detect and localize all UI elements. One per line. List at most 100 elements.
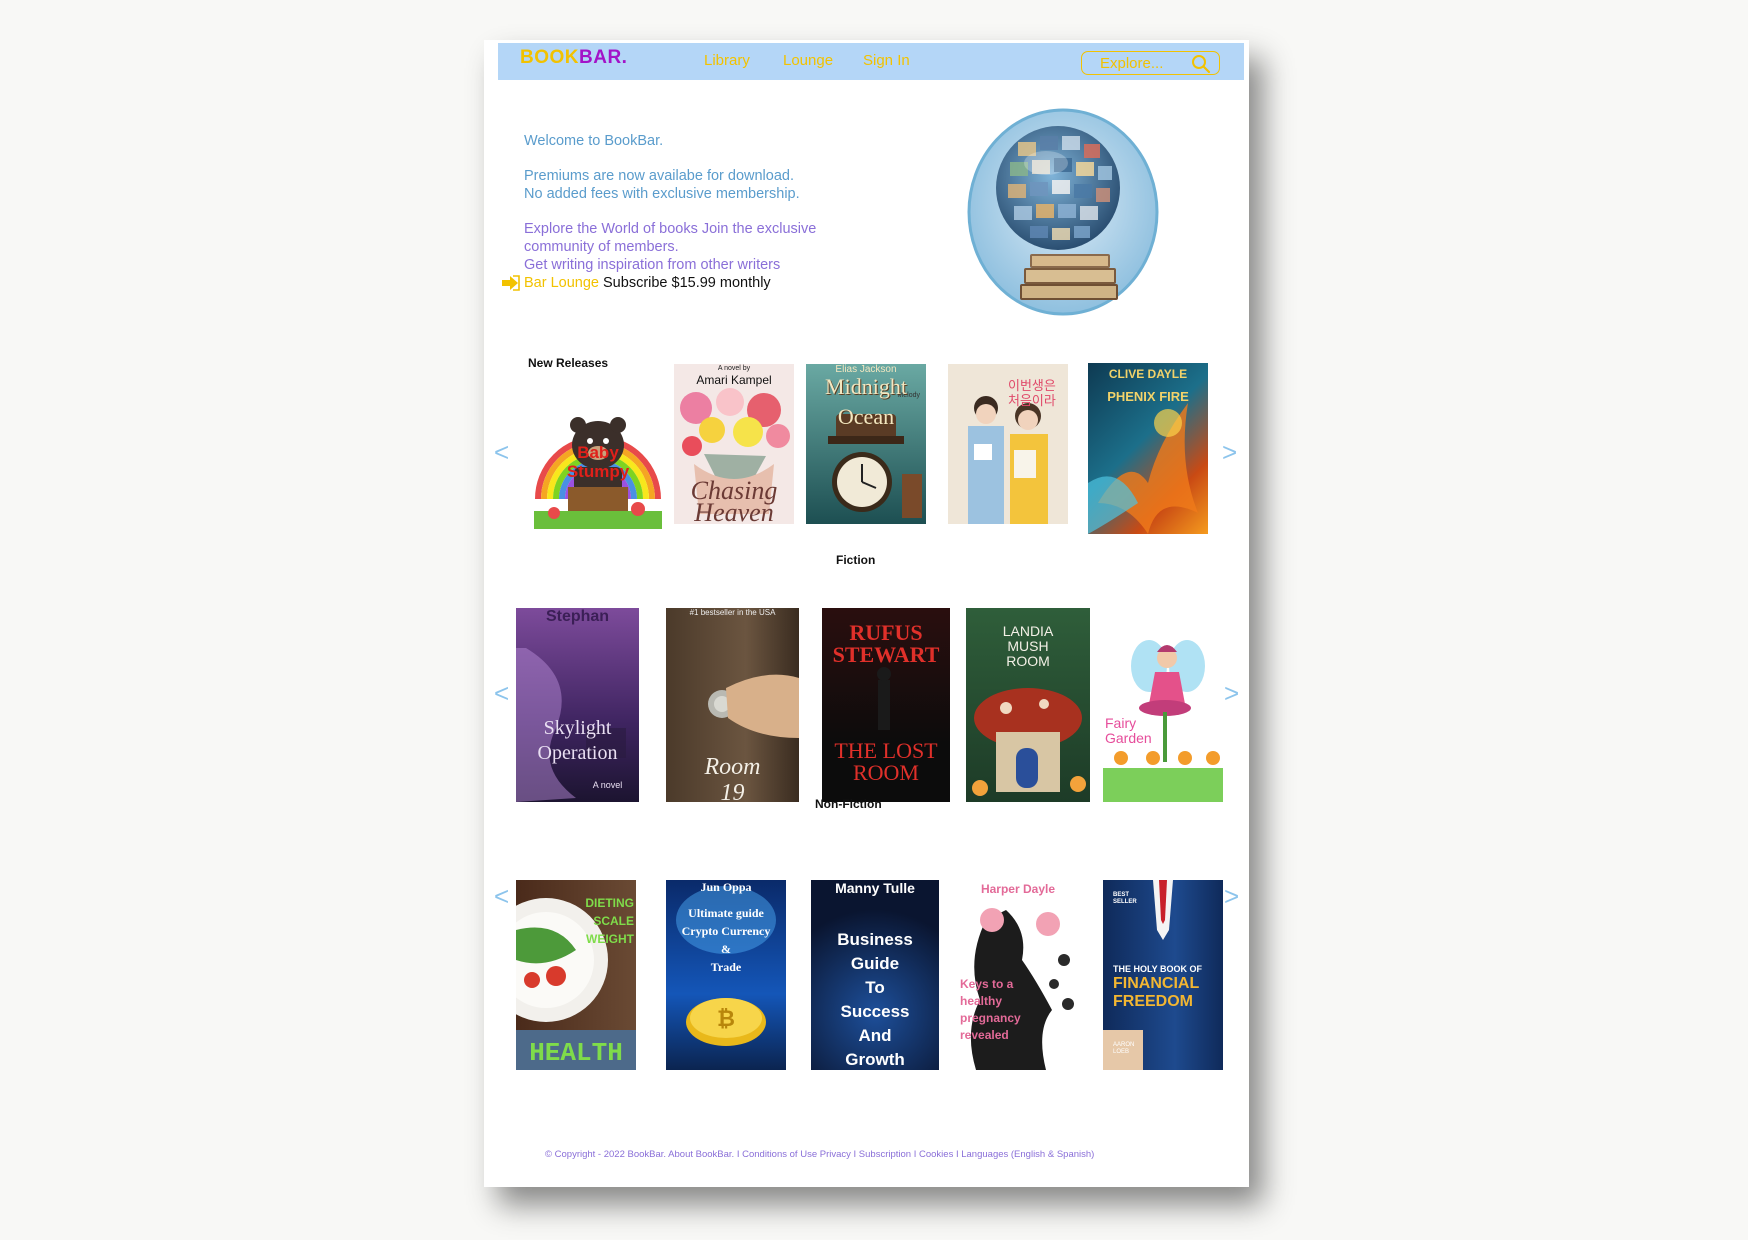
nav-lounge-link[interactable]: Lounge <box>783 52 833 69</box>
search-icon[interactable] <box>1191 54 1211 74</box>
title-line: & <box>721 942 731 956</box>
title-line: Heaven <box>694 498 774 525</box>
title-line: revealed <box>960 1028 1009 1042</box>
book-cover-phenix-fire[interactable]: CLIVE DAYLE PHENIX FIRE <box>1088 363 1208 534</box>
title-line: Garden <box>1105 730 1152 746</box>
pregnancy-author: Harper Dayle <box>980 882 1056 896</box>
bar-lounge-link[interactable]: Bar Lounge <box>524 275 599 291</box>
footer-links[interactable]: © Copyright - 2022 BookBar. About BookBa… <box>545 1149 1094 1160</box>
title-line: Operation <box>537 742 618 764</box>
logo-book-text: BOOK <box>520 47 579 68</box>
book-cover-the-lost-room[interactable]: RUFUS STEWART THE LOST ROOM <box>822 608 950 802</box>
skylight-novel: A novel <box>592 780 623 790</box>
chasing-heaven-top: A novel by <box>717 365 751 372</box>
search-placeholder: Explore... <box>1100 55 1164 72</box>
financial-subtitle: THE HOLY BOOK OF <box>1113 964 1203 974</box>
book-cover-midnight-ocean[interactable]: Elias Jackson Melody Midnight Ocean <box>806 364 926 524</box>
title-line: Stumpy <box>566 462 630 481</box>
title-line: Fairy <box>1105 715 1137 731</box>
health-title: DIETING SCALE WEIGHT <box>556 894 636 948</box>
title-line: Ocean <box>837 404 895 429</box>
title-line: DIETING <box>585 896 634 910</box>
book-cover-skylight-operation[interactable]: Stephan Skylight Operation A novel <box>516 608 639 802</box>
title-line: Business <box>837 930 913 949</box>
svg-text:₿: ₿ <box>717 1007 735 1032</box>
premium-line-1: Premiums are now availabe for download. <box>524 168 794 184</box>
subscribe-text: Subscribe $15.99 monthly <box>598 275 771 291</box>
title-line: healthy <box>960 994 1003 1008</box>
navbar: BOOKBAR. Library Lounge Sign In Explore.… <box>498 43 1244 80</box>
title-line: Growth <box>845 1050 905 1069</box>
nonfiction-next-arrow[interactable]: > <box>1224 883 1239 909</box>
baby-stumpy-title: Baby Stumpy <box>534 443 662 481</box>
explore-line-1: Explore the World of books Join the excl… <box>524 221 817 237</box>
skylight-title: Skylight Operation <box>516 716 639 766</box>
book-cover-room-19[interactable]: #1 bestseller in the USA Room 19 <box>666 608 799 802</box>
book-cover-landia-mush-room[interactable]: LANDIA MUSH ROOM <box>966 608 1090 802</box>
financial-badge: BEST SELLER <box>1113 892 1137 905</box>
chasing-heaven-title: Chasing Heaven <box>674 478 794 525</box>
fiction-prev-arrow[interactable]: < <box>494 680 509 706</box>
phenix-fire-author: CLIVE DAYLE <box>1108 367 1188 381</box>
fiction-title: Fiction <box>836 553 876 567</box>
business-author: Manny Tulle <box>835 880 915 896</box>
book-cover-health[interactable]: DIETING SCALE WEIGHT HEALTH <box>516 880 636 1070</box>
korean-title: 이번생은 처음이라 <box>1008 378 1056 408</box>
title-line: Guide <box>850 954 900 973</box>
title-line: ROOM <box>852 760 919 785</box>
book-cover-pregnancy[interactable]: Harper Dayle Keys to a healthy pregnancy… <box>956 880 1080 1070</box>
book-cover-baby-stumpy[interactable]: Baby Stumpy <box>534 379 662 529</box>
room-19-tagline: #1 bestseller in the USA <box>689 608 776 617</box>
pregnancy-title: Keys to a healthy pregnancy revealed <box>960 976 1021 1044</box>
fairy-art <box>1103 640 1223 802</box>
premium-line-2: No added fees with exclusive membership. <box>524 186 800 202</box>
new-releases-title: New Releases <box>528 356 609 370</box>
room-19-title: Room 19 <box>666 754 799 802</box>
title-line: Success <box>840 1002 910 1021</box>
nonfiction-prev-arrow[interactable]: < <box>494 883 509 909</box>
title-line: MUSH <box>1007 638 1049 654</box>
financial-title: FINANCIAL FREEDOM <box>1113 975 1199 1011</box>
crypto-title: Ultimate guide Crypto Currency & Trade <box>666 904 786 976</box>
midnight-ocean-title: Midnight Ocean <box>806 372 926 432</box>
lost-room-title: THE LOST ROOM <box>822 740 950 784</box>
title-line: FINANCIAL <box>1113 975 1200 992</box>
logo[interactable]: BOOKBAR. <box>520 47 627 69</box>
nav-signin-link[interactable]: Sign In <box>863 52 910 69</box>
title-line: Keys to a <box>960 977 1014 991</box>
login-arrow-icon <box>502 275 520 291</box>
dragon-art <box>516 648 626 802</box>
lost-room-author: RUFUS STEWART <box>832 620 940 667</box>
title-line: Crypto Currency <box>681 924 771 938</box>
title-line: Midnight <box>825 374 907 399</box>
book-cover-chasing-heaven[interactable]: A novel by Amari Kampel Chasing Heaven <box>674 364 794 524</box>
book-cover-crypto[interactable]: ₿ Jun Oppa Ultimate guide Crypto Currenc… <box>666 880 786 1070</box>
fairy-garden-title: Fairy Garden <box>1105 716 1152 746</box>
title-line: FREEDOM <box>1113 993 1193 1010</box>
search-input[interactable]: Explore... <box>1081 51 1220 75</box>
skylight-author: Stephan <box>545 608 610 625</box>
book-cover-business-guide[interactable]: Manny Tulle Business Guide To Success An… <box>811 880 939 1070</box>
financial-author: AARON LOEB <box>1113 1042 1135 1055</box>
logo-bar-text: BAR. <box>579 47 628 68</box>
new-releases-prev-arrow[interactable]: < <box>494 439 509 465</box>
title-line: To <box>865 978 885 997</box>
book-cover-korean-drama[interactable]: 이번생은 처음이라 <box>948 364 1068 524</box>
hero-text: Welcome to BookBar. Premiums are now ava… <box>502 132 817 292</box>
chasing-heaven-author: Amari Kampel <box>696 373 772 387</box>
title-line: LANDIA <box>1002 623 1054 639</box>
welcome-text: Welcome to BookBar. <box>524 133 664 149</box>
page-card: BOOKBAR. Library Lounge Sign In Explore.… <box>484 40 1249 1187</box>
title-line: Ultimate guide <box>688 906 764 920</box>
book-cover-fairy-garden[interactable]: Fairy Garden <box>1103 608 1223 802</box>
explore-line-3: Get writing inspiration from other write… <box>524 257 781 273</box>
title-line: WEIGHT <box>586 932 634 946</box>
new-releases-next-arrow[interactable]: > <box>1222 439 1237 465</box>
book-cover-financial-freedom[interactable]: BEST SELLER THE HOLY BOOK OF FINANCIAL F… <box>1103 880 1223 1070</box>
fiction-next-arrow[interactable]: > <box>1224 680 1239 706</box>
title-line: 19 <box>720 780 745 802</box>
nav-library-link[interactable]: Library <box>704 52 750 69</box>
explore-line-2: community of members. <box>524 239 679 255</box>
nonfiction-title: Non-Fiction <box>815 797 882 811</box>
title-line: Baby <box>577 443 619 462</box>
